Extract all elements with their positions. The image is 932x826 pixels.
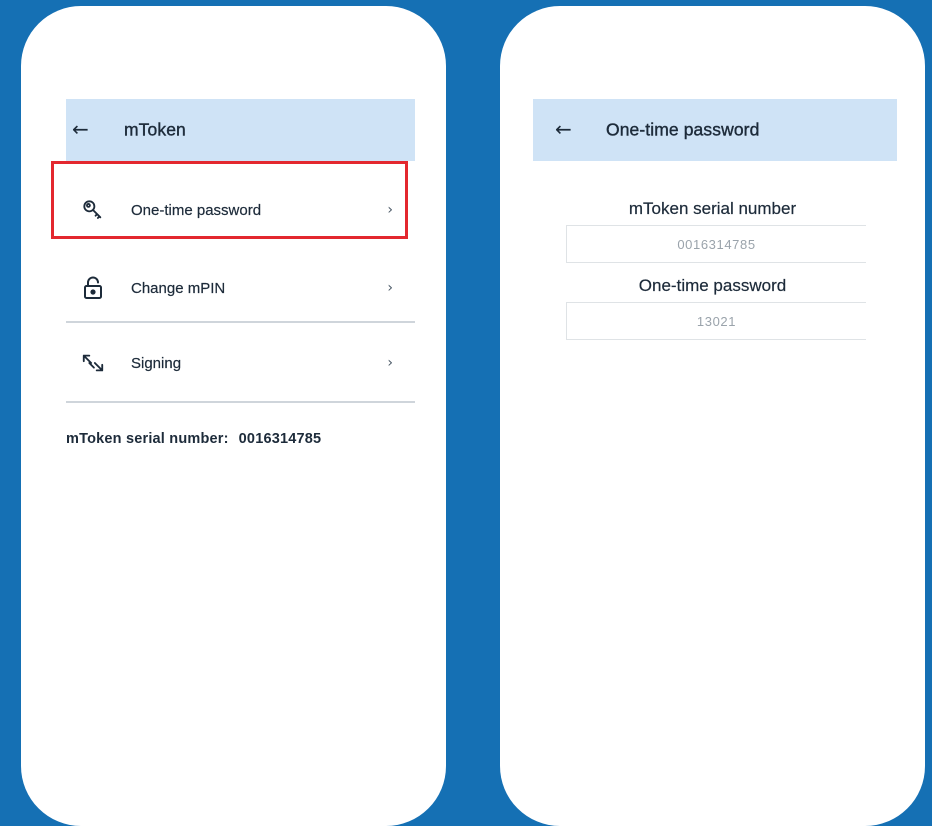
unlock-icon [81, 276, 105, 300]
serial-number-field[interactable]: 0016314785 [566, 225, 866, 263]
serial-number-label: mToken serial number: [66, 431, 229, 447]
otp-field[interactable]: 13021 [566, 302, 866, 340]
phone-screen-mtoken: ← mToken One-time password › Change mPIN… [21, 6, 446, 826]
arrow-left-icon[interactable]: ← [555, 119, 572, 139]
highlight-frame [51, 161, 408, 239]
otp-field-label: One-time password [638, 276, 787, 295]
menu-item-change-mpin[interactable]: Change mPIN › [66, 249, 415, 327]
menu-item-signing[interactable]: Signing › [66, 324, 415, 402]
sign-arrows-icon [81, 351, 105, 375]
divider [66, 321, 415, 323]
chevron-right-icon: › [387, 355, 393, 371]
serial-number-line: mToken serial number: 0016314785 [66, 431, 321, 447]
app-bar: ← One-time password [533, 99, 897, 161]
arrow-left-icon[interactable]: ← [72, 119, 89, 139]
phone-screen-one-time-password: ← One-time password mToken serial number… [500, 6, 925, 826]
page-title: mToken [124, 119, 186, 140]
menu-item-label: Signing [131, 354, 182, 372]
divider [66, 401, 415, 403]
app-bar: ← mToken [66, 99, 415, 161]
chevron-right-icon: › [387, 280, 393, 296]
serial-number-value: 0016314785 [238, 431, 322, 447]
serial-number-field-label: mToken serial number [628, 199, 797, 218]
menu-item-label: Change mPIN [131, 279, 226, 297]
page-title: One-time password [606, 119, 760, 140]
